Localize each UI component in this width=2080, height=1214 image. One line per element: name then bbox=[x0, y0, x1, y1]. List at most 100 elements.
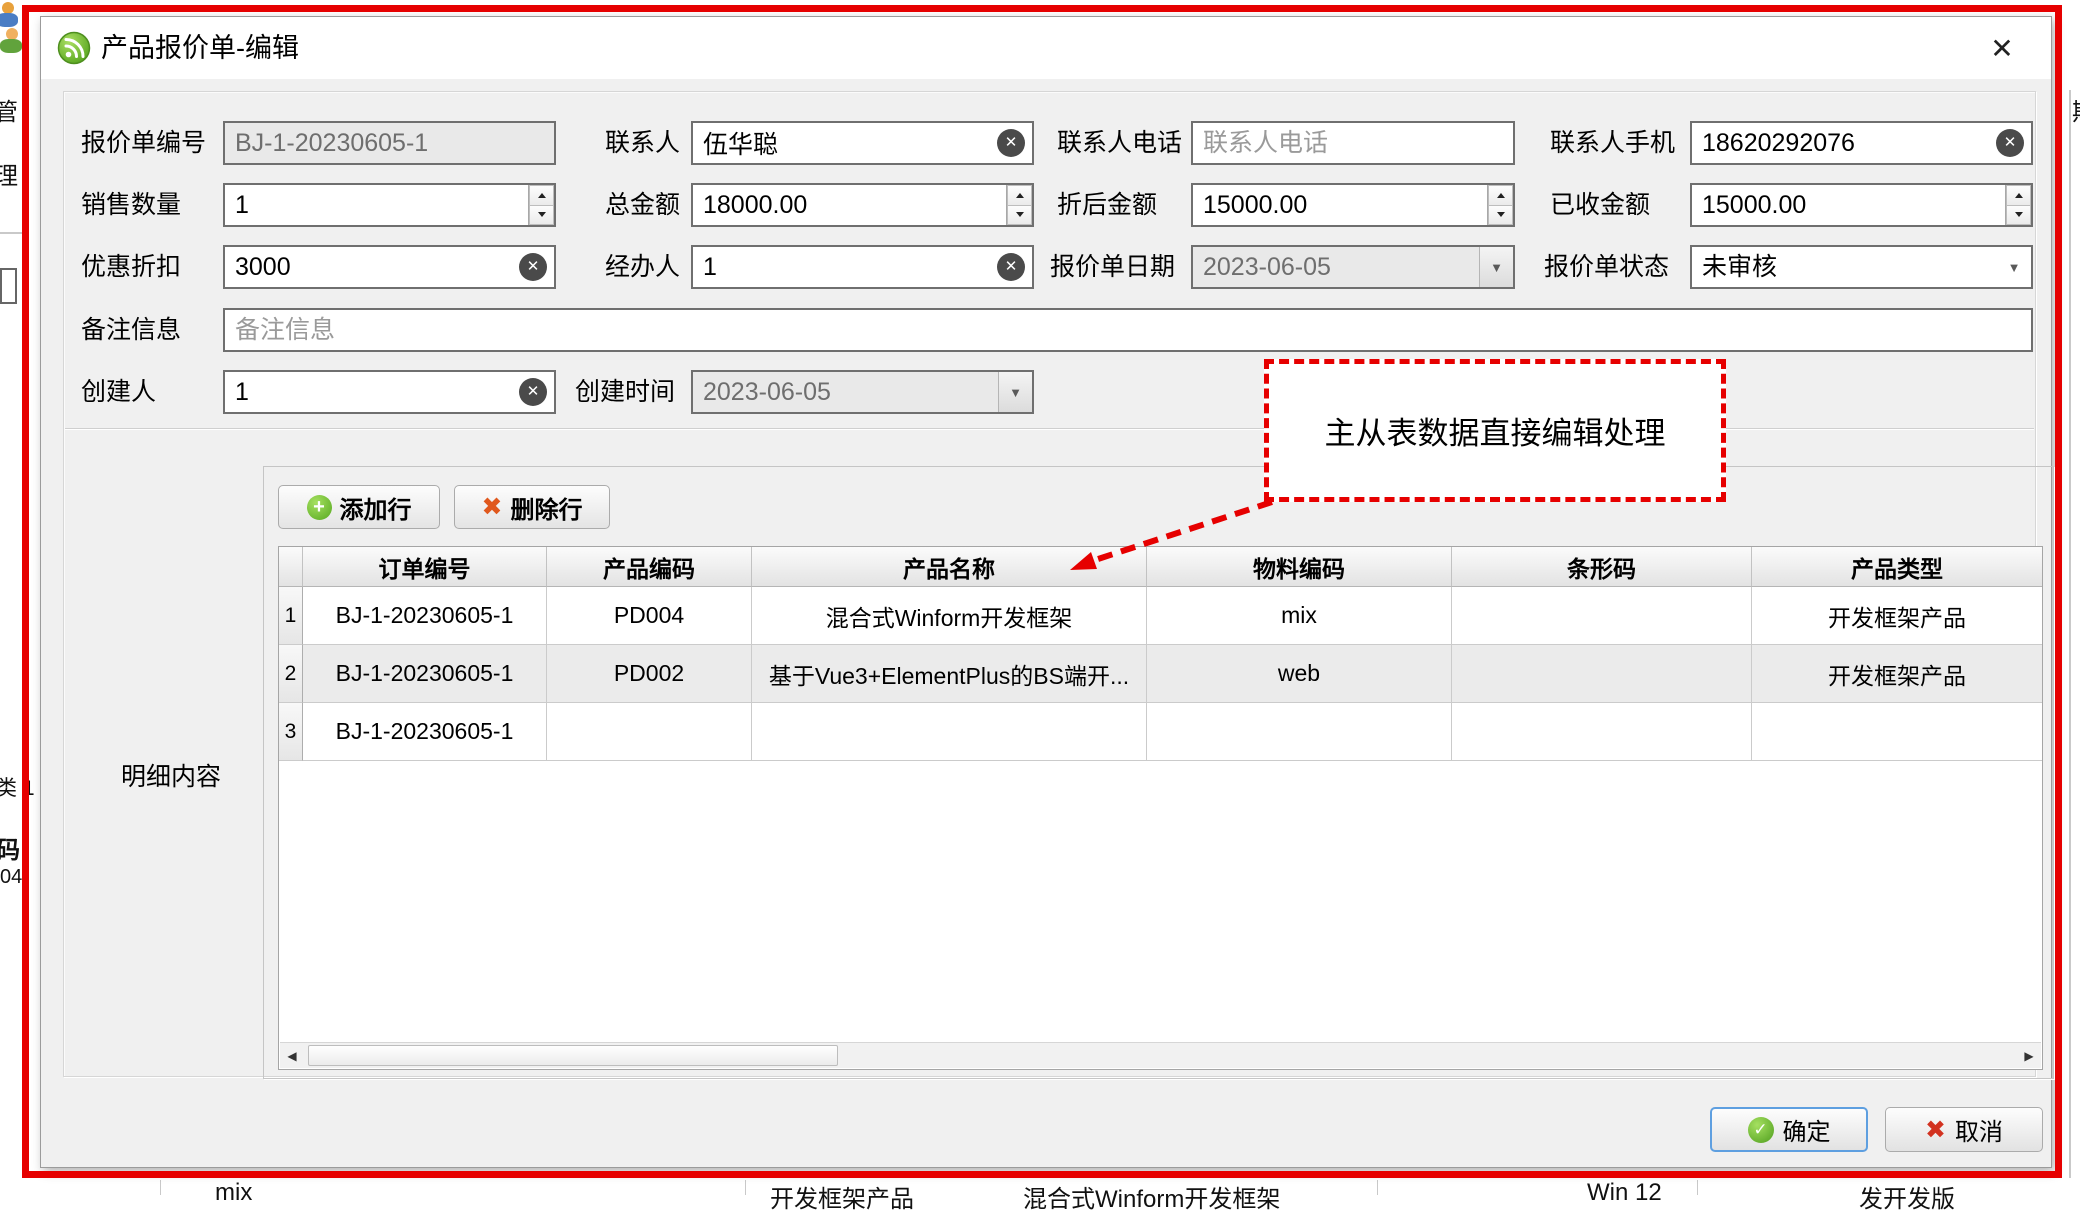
spin-down-icon[interactable] bbox=[1488, 206, 1513, 226]
cell-product-code[interactable] bbox=[547, 703, 752, 761]
dropdown-button[interactable]: ▼ bbox=[998, 372, 1032, 412]
number-spinner[interactable] bbox=[2005, 185, 2031, 225]
spin-down-icon[interactable] bbox=[1007, 206, 1032, 226]
sale-qty-input[interactable] bbox=[223, 183, 556, 227]
row-select-header[interactable] bbox=[279, 547, 303, 587]
contact-input[interactable] bbox=[691, 121, 1034, 165]
cell-barcode[interactable] bbox=[1452, 587, 1752, 645]
cell-material-code[interactable]: web bbox=[1147, 645, 1452, 703]
dropdown-button[interactable]: ▼ bbox=[1997, 247, 2031, 287]
cell-product-code[interactable]: PD002 bbox=[547, 645, 752, 703]
discounted-amount-field[interactable] bbox=[1191, 183, 1515, 227]
clear-icon[interactable]: ✕ bbox=[519, 253, 547, 281]
table-row[interactable]: 2 BJ-1-20230605-1 PD002 基于Vue3+ElementPl… bbox=[279, 645, 2042, 703]
cell-barcode[interactable] bbox=[1452, 645, 1752, 703]
background-line bbox=[2069, 90, 2071, 1178]
cell-product-type[interactable]: 开发框架产品 bbox=[1752, 645, 2042, 703]
delete-row-button[interactable]: ✖ 删除行 bbox=[454, 485, 610, 529]
column-header[interactable]: 产品类型 bbox=[1752, 547, 2042, 587]
quotation-no-input bbox=[223, 121, 556, 165]
contact-field[interactable]: ✕ bbox=[691, 121, 1034, 165]
cancel-button[interactable]: ✖ 取消 bbox=[1885, 1107, 2043, 1152]
cell-product-name[interactable]: 混合式Winform开发框架 bbox=[752, 587, 1147, 645]
spin-down-icon[interactable] bbox=[2006, 206, 2031, 226]
cell-order-no[interactable]: BJ-1-20230605-1 bbox=[303, 703, 547, 761]
total-amount-input[interactable] bbox=[691, 183, 1034, 227]
clear-icon[interactable]: ✕ bbox=[997, 129, 1025, 157]
cell-order-no[interactable]: BJ-1-20230605-1 bbox=[303, 645, 547, 703]
contact-mobile-field[interactable]: ✕ bbox=[1690, 121, 2033, 165]
edit-quotation-dialog: 产品报价单-编辑 ✕ 报价单编号 联系人 ✕ 联系人电话 联系人手机 ✕ 销售数… bbox=[40, 16, 2052, 1168]
background-text-fragment: 开发框架产品 bbox=[770, 1179, 914, 1214]
discount-input[interactable] bbox=[223, 245, 556, 289]
field-label: 折后金额 bbox=[1057, 183, 1157, 227]
contact-tel-input[interactable] bbox=[1191, 121, 1515, 165]
remark-input[interactable] bbox=[223, 308, 2033, 352]
cell-product-name[interactable] bbox=[752, 703, 1147, 761]
background-line bbox=[1377, 1180, 1378, 1195]
creator-input[interactable] bbox=[223, 370, 556, 414]
create-time-value: 2023-06-05 bbox=[693, 372, 998, 412]
ok-button[interactable]: ✓ 确定 bbox=[1710, 1107, 1868, 1152]
number-spinner[interactable] bbox=[1006, 185, 1032, 225]
dropdown-button[interactable]: ▼ bbox=[1479, 247, 1513, 287]
cell-material-code[interactable] bbox=[1147, 703, 1452, 761]
quote-status-dropdown[interactable]: 未审核 ▼ bbox=[1690, 245, 2033, 289]
delete-cross-icon: ✖ bbox=[482, 492, 503, 522]
contact-tel-field[interactable] bbox=[1191, 121, 1515, 165]
plus-icon: + bbox=[307, 495, 332, 520]
clear-icon[interactable]: ✕ bbox=[997, 253, 1025, 281]
create-time-dropdown: 2023-06-05 ▼ bbox=[691, 370, 1034, 414]
clear-icon[interactable]: ✕ bbox=[1996, 129, 2024, 157]
add-row-button[interactable]: + 添加行 bbox=[278, 485, 440, 529]
field-label: 联系人电话 bbox=[1057, 121, 1182, 165]
row-number[interactable]: 2 bbox=[279, 645, 303, 703]
spin-up-icon[interactable] bbox=[1488, 185, 1513, 206]
spin-up-icon[interactable] bbox=[1007, 185, 1032, 206]
received-amount-input[interactable] bbox=[1690, 183, 2033, 227]
discounted-amount-input[interactable] bbox=[1191, 183, 1515, 227]
table-row[interactable]: 3 BJ-1-20230605-1 bbox=[279, 703, 2042, 761]
handler-input[interactable] bbox=[691, 245, 1034, 289]
chevron-down-icon: ▼ bbox=[1490, 260, 1503, 275]
received-amount-field[interactable] bbox=[1690, 183, 2033, 227]
sale-qty-field[interactable] bbox=[223, 183, 556, 227]
quotation-no-field bbox=[223, 121, 556, 165]
clear-icon[interactable]: ✕ bbox=[519, 378, 547, 406]
discount-field[interactable]: ✕ bbox=[223, 245, 556, 289]
number-spinner[interactable] bbox=[1487, 185, 1513, 225]
scroll-right-icon[interactable]: ▶ bbox=[2017, 1043, 2041, 1068]
row-number[interactable]: 3 bbox=[279, 703, 303, 761]
spin-down-icon[interactable] bbox=[529, 206, 554, 226]
close-icon[interactable]: ✕ bbox=[1981, 29, 2023, 69]
row-number[interactable]: 1 bbox=[279, 587, 303, 645]
contact-mobile-input[interactable] bbox=[1690, 121, 2033, 165]
spin-up-icon[interactable] bbox=[529, 185, 554, 206]
cell-product-name[interactable]: 基于Vue3+ElementPlus的BS端开... bbox=[752, 645, 1147, 703]
column-header[interactable]: 条形码 bbox=[1452, 547, 1752, 587]
creator-field[interactable]: ✕ bbox=[223, 370, 556, 414]
cell-product-type[interactable] bbox=[1752, 703, 2042, 761]
field-label: 已收金额 bbox=[1550, 183, 1650, 227]
background-text-fragment: 混合式Winform开发框架 bbox=[1023, 1179, 1280, 1214]
table-row[interactable]: 1 BJ-1-20230605-1 PD004 混合式Winform开发框架 m… bbox=[279, 587, 2042, 645]
column-header[interactable]: 订单编号 bbox=[303, 547, 547, 587]
background-line bbox=[160, 1180, 161, 1195]
background-text-fragment: 发开发版 bbox=[1859, 1179, 1955, 1214]
remark-field[interactable] bbox=[223, 308, 2033, 352]
cell-product-code[interactable]: PD004 bbox=[547, 587, 752, 645]
number-spinner[interactable] bbox=[528, 185, 554, 225]
column-header[interactable]: 产品编码 bbox=[547, 547, 752, 587]
spin-up-icon[interactable] bbox=[2006, 185, 2031, 206]
scrollbar-thumb[interactable] bbox=[308, 1045, 838, 1066]
handler-field[interactable]: ✕ bbox=[691, 245, 1034, 289]
cell-order-no[interactable]: BJ-1-20230605-1 bbox=[303, 587, 547, 645]
cell-product-type[interactable]: 开发框架产品 bbox=[1752, 587, 2042, 645]
horizontal-scrollbar[interactable]: ◀ ▶ bbox=[280, 1042, 2041, 1068]
scroll-left-icon[interactable]: ◀ bbox=[280, 1043, 304, 1068]
background-people-icon bbox=[0, 0, 26, 64]
field-label: 优惠折扣 bbox=[81, 245, 181, 289]
cell-barcode[interactable] bbox=[1452, 703, 1752, 761]
total-amount-field[interactable] bbox=[691, 183, 1034, 227]
cell-material-code[interactable]: mix bbox=[1147, 587, 1452, 645]
